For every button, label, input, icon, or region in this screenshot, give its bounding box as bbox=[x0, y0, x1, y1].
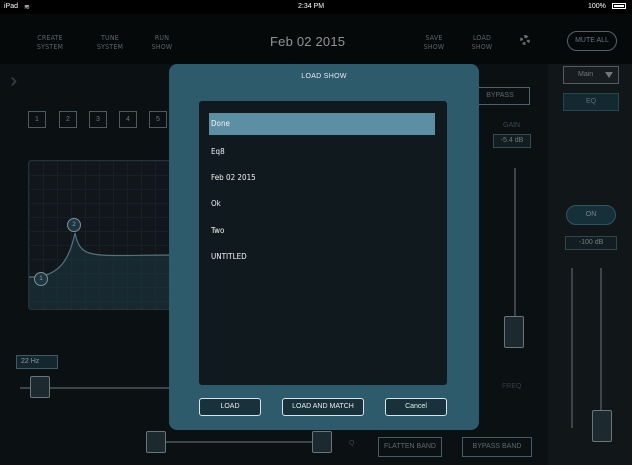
list-item-eq8[interactable]: Eq8 bbox=[209, 141, 435, 163]
cancel-button[interactable]: Cancel bbox=[385, 398, 447, 416]
wifi-icon: ≋ bbox=[24, 4, 30, 11]
status-bar: iPad ≋ 2:34 PM 100% bbox=[0, 0, 632, 14]
list-item-untitled[interactable]: UNTITLED bbox=[209, 246, 435, 268]
list-item-feb-02-2015[interactable]: Feb 02 2015 bbox=[209, 167, 435, 189]
battery-percent: 100% bbox=[588, 3, 606, 10]
battery-icon bbox=[612, 3, 626, 9]
dialog-title: LOAD SHOW bbox=[301, 73, 347, 80]
list-item-ok[interactable]: Ok bbox=[209, 193, 435, 215]
status-time: 2:34 PM bbox=[298, 3, 325, 10]
load-show-dialog: LOAD SHOW Done Eq8 Feb 02 2015 Ok Two UN… bbox=[169, 64, 479, 430]
list-item-done[interactable]: Done bbox=[209, 113, 435, 135]
device-name: iPad bbox=[4, 3, 19, 10]
show-list[interactable]: Done Eq8 Feb 02 2015 Ok Two UNTITLED bbox=[199, 101, 447, 385]
load-and-match-button[interactable]: LOAD AND MATCH bbox=[282, 398, 364, 416]
load-button[interactable]: LOAD bbox=[199, 398, 261, 416]
list-item-two[interactable]: Two bbox=[209, 220, 435, 242]
